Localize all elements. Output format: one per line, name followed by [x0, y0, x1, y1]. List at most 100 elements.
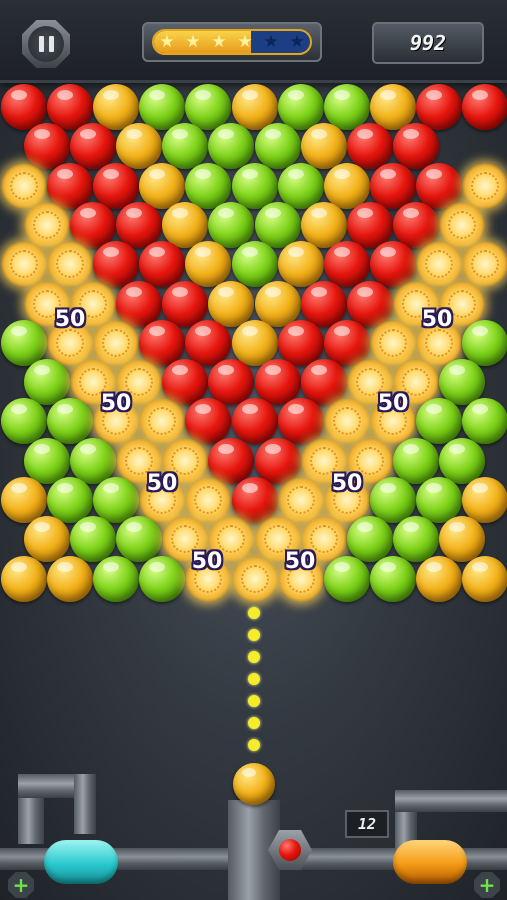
- red-bubble: [231, 398, 278, 445]
- green-bubble: [462, 319, 507, 366]
- green-bubble: [254, 123, 301, 170]
- red-bubble: [346, 123, 393, 170]
- aim-dot: [248, 629, 260, 641]
- red-bubble: [277, 398, 324, 445]
- red-bubble: [346, 280, 393, 327]
- red-bubble: [70, 123, 117, 170]
- red-bubble: [415, 162, 462, 209]
- green-bubble: [346, 516, 393, 563]
- red-bubble: [162, 280, 209, 327]
- green-bubble: [93, 555, 140, 602]
- aim-dot: [248, 717, 260, 729]
- popping-bubble: [1, 162, 47, 209]
- red-bubble: [300, 280, 347, 327]
- red-bubble: [139, 241, 186, 288]
- score-popup: 50: [54, 306, 86, 332]
- yellow-bubble: [1, 555, 47, 602]
- red-bubble: [93, 162, 140, 209]
- green-bubble: [70, 516, 117, 563]
- green-bubble: [438, 437, 485, 484]
- yellow-bubble: [277, 241, 324, 288]
- green-bubble: [392, 437, 439, 484]
- score-box: 992: [372, 22, 484, 64]
- red-bubble: [93, 241, 140, 288]
- yellow-bubble: [139, 162, 186, 209]
- popping-bubble: [231, 555, 278, 602]
- green-bubble: [47, 398, 94, 445]
- red-bubble: [24, 123, 71, 170]
- green-bubble: [231, 241, 278, 288]
- star-icon: ★: [185, 31, 201, 52]
- red-bubble: [47, 162, 94, 209]
- red-bubble: [369, 241, 416, 288]
- green-bubble: [415, 398, 462, 445]
- red-bubble: [254, 437, 301, 484]
- green-bubble: [1, 398, 47, 445]
- green-bubble: [277, 162, 324, 209]
- popping-bubble: [462, 162, 507, 209]
- booster-left[interactable]: [44, 840, 118, 884]
- star-icon: ★: [289, 31, 305, 52]
- yellow-bubble: [231, 319, 278, 366]
- popping-bubble: [415, 241, 462, 288]
- star-icon: ★: [237, 31, 253, 52]
- star-progress-meter: ★ ★ ★ ★ ★ ★: [142, 22, 322, 62]
- pipe-left-drop: [74, 774, 96, 834]
- yellow-bubble: [208, 280, 255, 327]
- shots-left-count: 12: [357, 815, 377, 833]
- red-bubble: [185, 398, 232, 445]
- green-bubble: [231, 162, 278, 209]
- red-bubble: [392, 123, 439, 170]
- aim-dot: [248, 695, 260, 707]
- yellow-bubble: [438, 516, 485, 563]
- aim-dot: [248, 739, 260, 751]
- pipe-right-top: [395, 790, 507, 812]
- score-popup: 50: [100, 390, 132, 416]
- plus-icon[interactable]: +: [8, 872, 34, 898]
- red-bubble: [323, 241, 370, 288]
- score-popup: 50: [331, 470, 363, 496]
- star-icon: ★: [159, 31, 175, 52]
- red-bubble: [116, 280, 163, 327]
- score-popup: 50: [421, 306, 453, 332]
- shots-left-box: 12: [345, 810, 389, 838]
- score-value: 992: [409, 31, 447, 55]
- score-popup: 50: [377, 390, 409, 416]
- score-popup: 50: [146, 470, 178, 496]
- yellow-bubble: [47, 555, 94, 602]
- pause-icon: [28, 26, 64, 62]
- green-bubble: [392, 516, 439, 563]
- popping-bubble: [323, 398, 370, 445]
- shooter-ball[interactable]: [233, 763, 275, 805]
- red-bubble: [462, 84, 507, 130]
- popping-bubble: [1, 241, 47, 288]
- popping-bubble: [139, 398, 186, 445]
- score-popup: 50: [284, 548, 316, 574]
- green-bubble: [462, 398, 507, 445]
- popping-bubble: [47, 241, 94, 288]
- star-icon: ★: [263, 31, 279, 52]
- yellow-bubble: [462, 555, 507, 602]
- green-bubble: [162, 123, 209, 170]
- plus-icon[interactable]: +: [474, 872, 500, 898]
- green-bubble: [208, 123, 255, 170]
- top-bar: ★ ★ ★ ★ ★ ★ 992: [0, 0, 507, 83]
- pause-button[interactable]: [22, 20, 70, 68]
- yellow-bubble: [415, 555, 462, 602]
- star-progress-track: ★ ★ ★ ★ ★ ★: [152, 29, 312, 55]
- aim-dot: [248, 673, 260, 685]
- yellow-bubble: [323, 162, 370, 209]
- yellow-bubble: [254, 280, 301, 327]
- green-bubble: [369, 555, 416, 602]
- yellow-bubble: [24, 516, 71, 563]
- score-popup: 50: [191, 548, 223, 574]
- aim-dot: [248, 651, 260, 663]
- booster-right[interactable]: [393, 840, 467, 884]
- next-ball: [279, 839, 301, 861]
- red-bubble: [208, 437, 255, 484]
- star-icon: ★: [211, 31, 227, 52]
- aim-dot: [248, 607, 260, 619]
- yellow-bubble: [185, 241, 232, 288]
- red-bubble: [369, 162, 416, 209]
- green-bubble: [323, 555, 370, 602]
